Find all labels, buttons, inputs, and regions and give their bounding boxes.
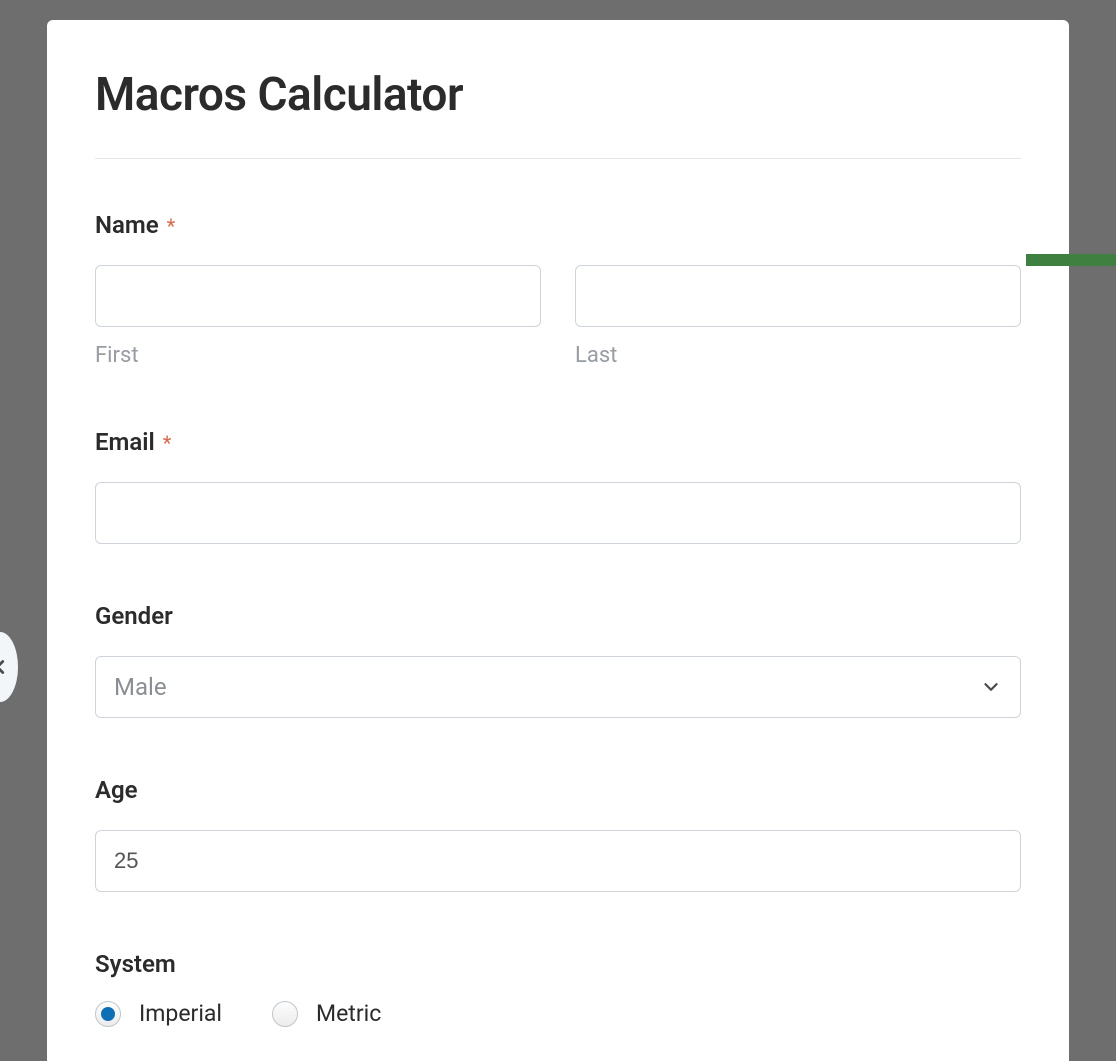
gender-block: Gender Male: [95, 602, 1021, 718]
name-label-text: Name: [95, 211, 159, 239]
side-drawer-handle[interactable]: [0, 632, 18, 702]
required-asterisk: *: [167, 214, 176, 238]
age-label: Age: [95, 776, 1021, 804]
chevron-down-icon: [980, 676, 1002, 698]
first-name-col: First: [95, 265, 541, 368]
age-label-text: Age: [95, 776, 138, 804]
email-input[interactable]: [95, 482, 1021, 544]
page-title: Macros Calculator: [95, 68, 1021, 122]
system-radio-group: Imperial Metric: [95, 1000, 1021, 1027]
accent-strip: [1026, 254, 1116, 266]
system-radio-imperial[interactable]: Imperial: [95, 1000, 222, 1027]
radio-label-metric: Metric: [316, 1000, 381, 1027]
name-label: Name *: [95, 211, 1021, 239]
name-row: First Last: [95, 265, 1021, 368]
radio-icon: [272, 1001, 298, 1027]
radio-label-imperial: Imperial: [139, 1000, 222, 1027]
email-label: Email *: [95, 428, 1021, 456]
form-card: Macros Calculator Name * First Last Emai…: [47, 20, 1069, 1061]
gender-selected-value: Male: [114, 673, 167, 701]
first-name-sublabel: First: [95, 343, 541, 368]
age-input[interactable]: [95, 830, 1021, 892]
gender-label: Gender: [95, 602, 1021, 630]
gender-label-text: Gender: [95, 602, 173, 630]
email-block: Email *: [95, 428, 1021, 544]
system-radio-metric[interactable]: Metric: [272, 1000, 381, 1027]
age-block: Age: [95, 776, 1021, 892]
last-name-col: Last: [575, 265, 1021, 368]
required-asterisk: *: [163, 431, 172, 455]
gender-select[interactable]: Male: [95, 656, 1021, 718]
first-name-input[interactable]: [95, 265, 541, 327]
divider: [95, 158, 1021, 159]
radio-icon: [95, 1001, 121, 1027]
system-label-text: System: [95, 950, 176, 978]
last-name-input[interactable]: [575, 265, 1021, 327]
system-block: System Imperial Metric: [95, 950, 1021, 1027]
system-label: System: [95, 950, 1021, 978]
email-label-text: Email: [95, 428, 155, 456]
chevron-left-icon: [0, 656, 11, 678]
last-name-sublabel: Last: [575, 343, 1021, 368]
